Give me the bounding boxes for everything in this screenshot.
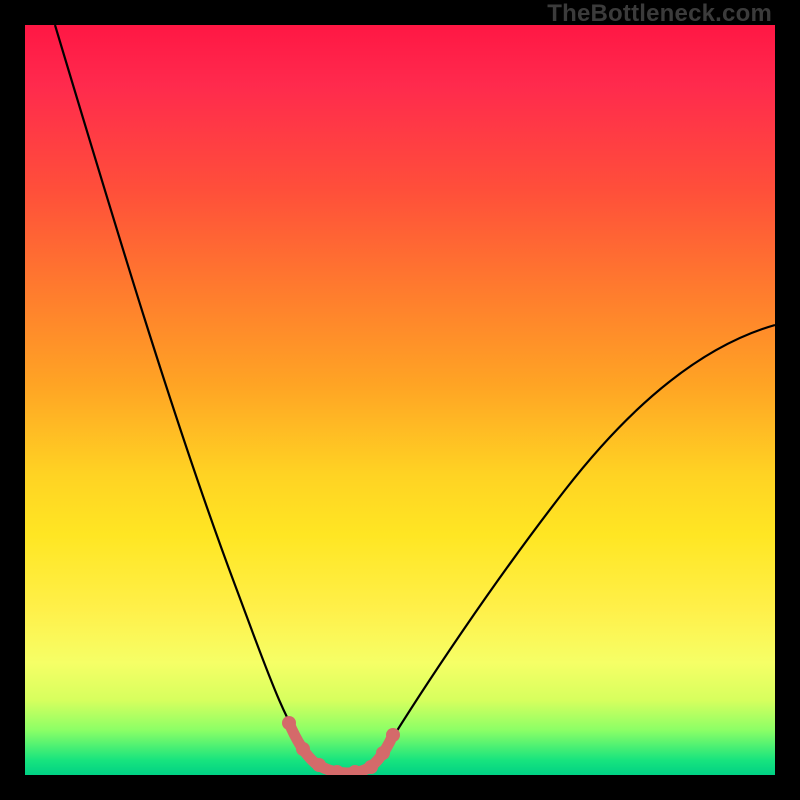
sweet-spot-dot <box>282 716 296 730</box>
sweet-spot-dot <box>376 746 390 760</box>
chart-svg <box>25 25 775 775</box>
branding-watermark: TheBottleneck.com <box>547 0 772 28</box>
sweet-spot-dot <box>386 728 400 742</box>
sweet-spot-dot <box>364 760 378 774</box>
chart-frame: TheBottleneck.com <box>0 0 800 800</box>
plot-area <box>25 25 775 775</box>
sweet-spot-group <box>282 716 400 775</box>
sweet-spot-dot <box>312 758 326 772</box>
bottleneck-curve <box>55 25 775 773</box>
sweet-spot-dot <box>296 742 310 756</box>
